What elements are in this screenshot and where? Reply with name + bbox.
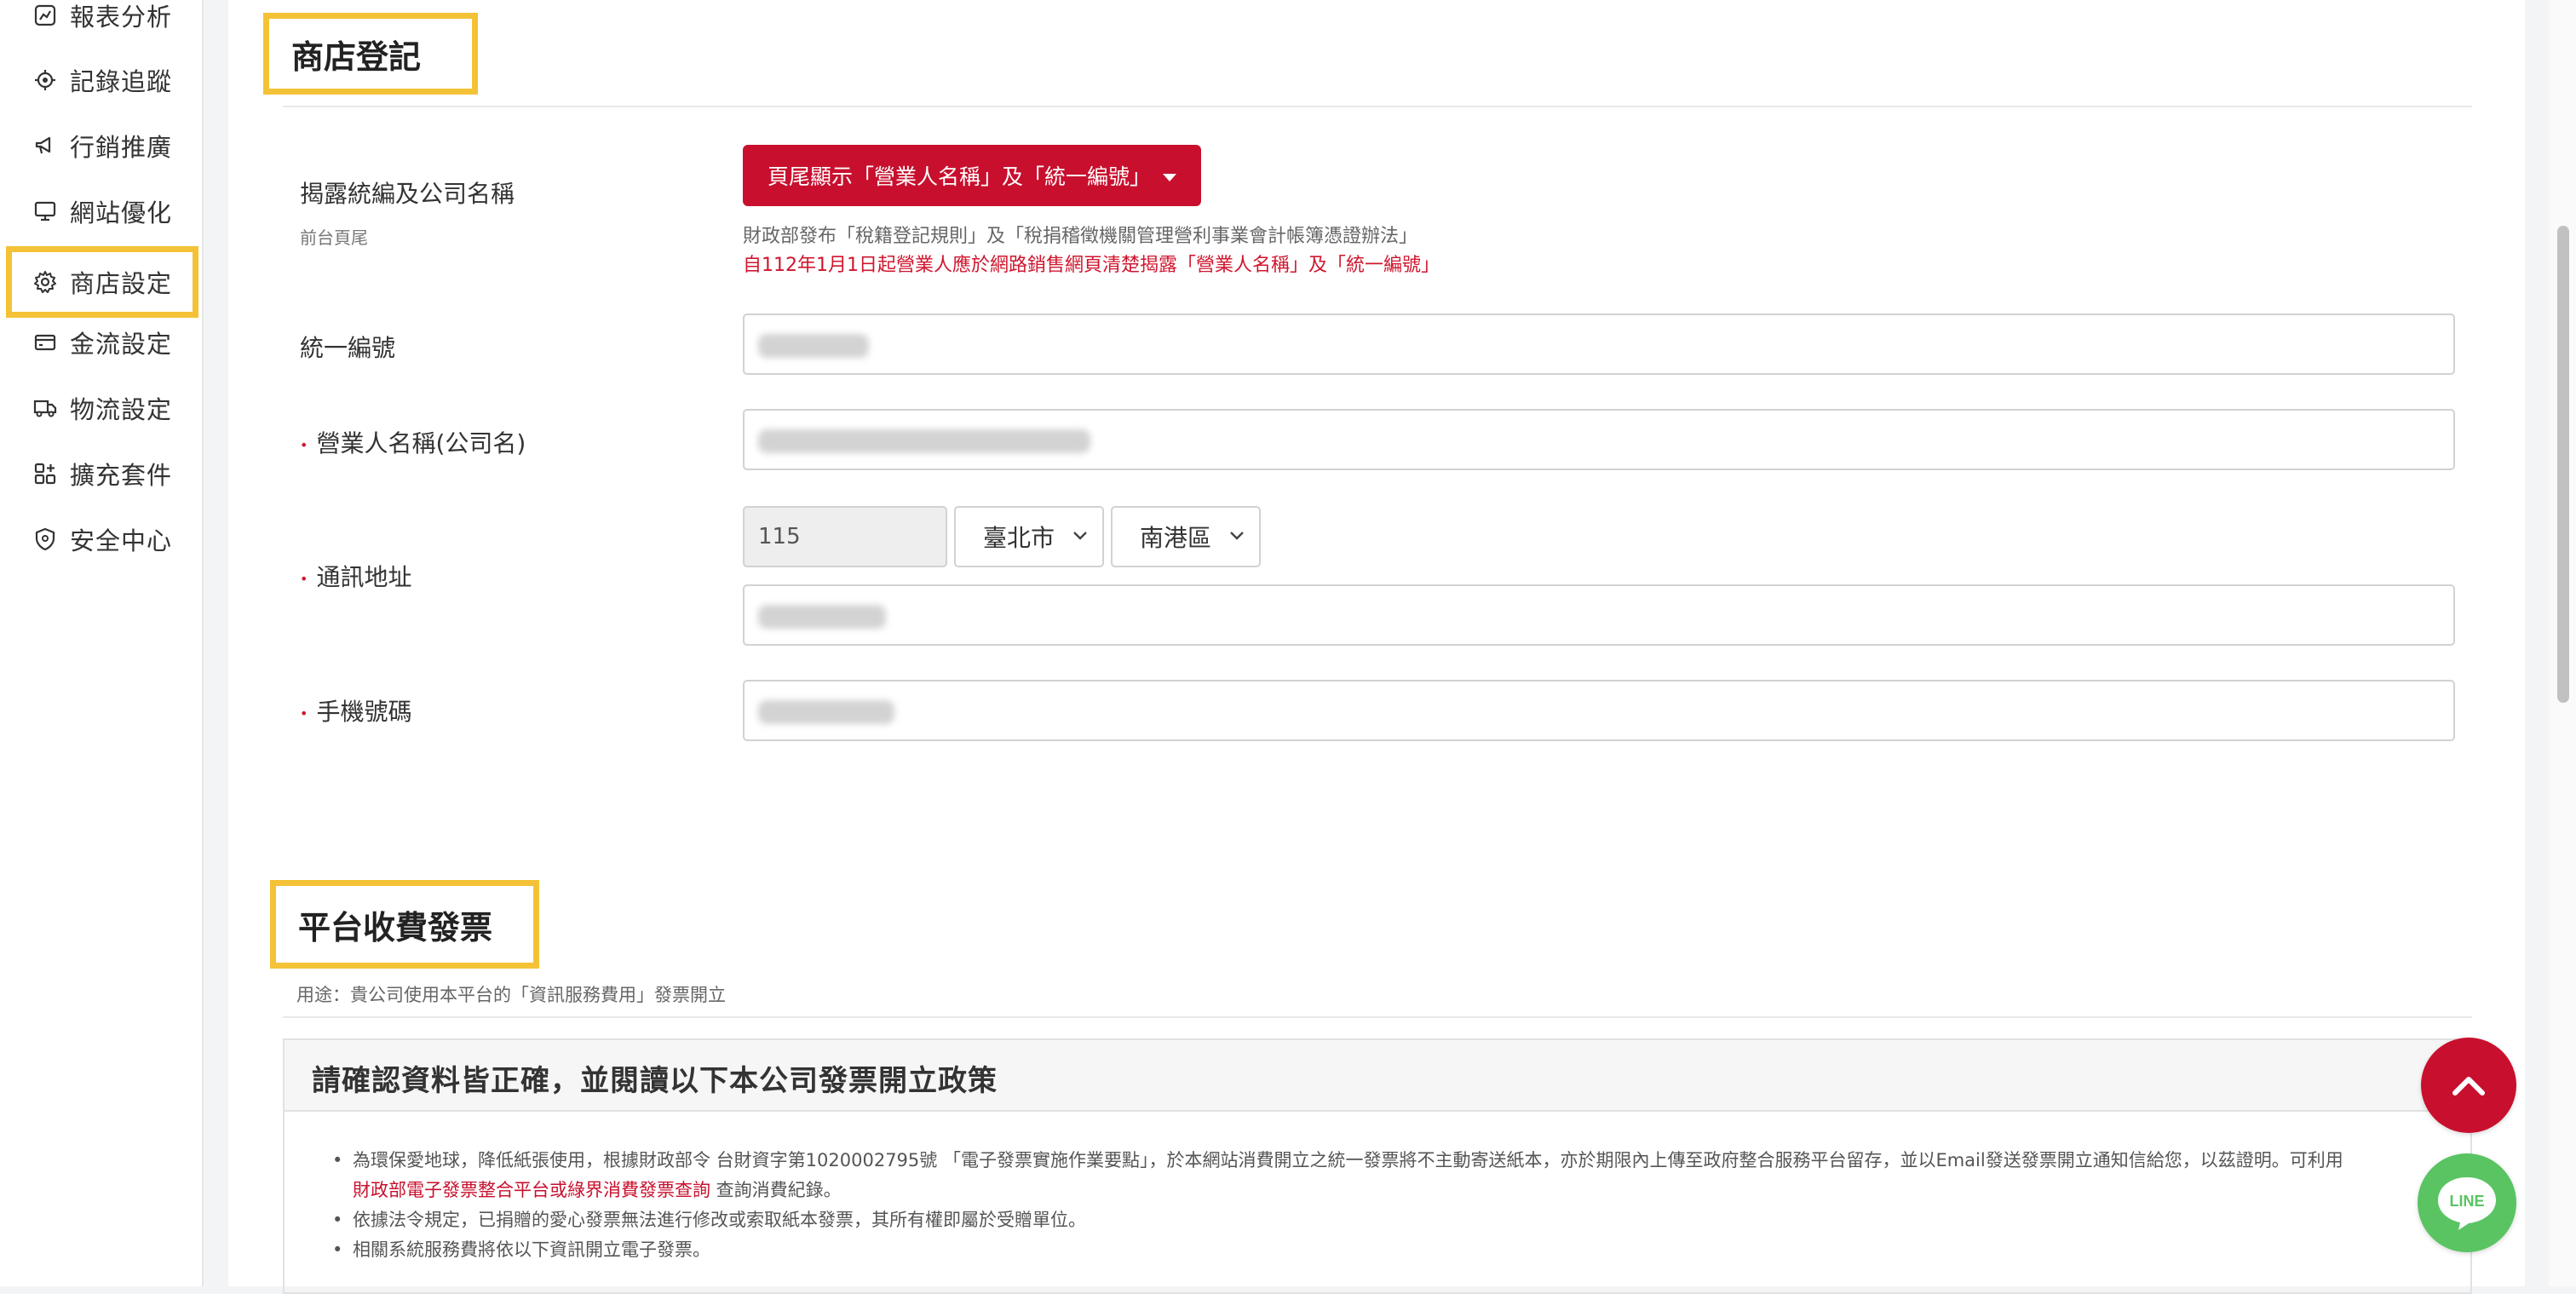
city-select-value: 臺北市: [983, 524, 1055, 552]
footer-display-dropdown[interactable]: 頁尾顯示「營業人名稱」及「統一編號」: [743, 145, 1201, 206]
chart-icon: [32, 3, 58, 28]
company-name-label: • 營業人名稱(公司名): [300, 429, 526, 457]
line-logo-text: LINE: [2449, 1193, 2484, 1210]
sidebar-item-label: 安全中心: [70, 526, 173, 555]
sidebar-item-label: 記錄追蹤: [70, 67, 173, 96]
caret-down-icon: [1163, 173, 1176, 181]
sidebar-item-payment[interactable]: 金流設定: [10, 315, 194, 370]
scrollbar-thumb[interactable]: [2557, 226, 2569, 703]
shield-icon: [32, 526, 58, 552]
redacted-value: [758, 334, 869, 358]
district-select-value: 南港區: [1140, 524, 1212, 552]
gear-icon: [32, 269, 58, 295]
policy-header: 請確認資料皆正確，並閱讀以下本公司發票開立政策: [285, 1040, 2470, 1112]
chevron-down-icon: [1230, 532, 1244, 540]
sidebar-item-label: 物流設定: [70, 395, 173, 424]
sidebar-item-reports[interactable]: 報表分析: [10, 0, 194, 43]
disclose-label: 揭露統編及公司名稱: [300, 180, 515, 208]
sidebar-item-security[interactable]: 安全中心: [10, 512, 194, 566]
chevron-up-icon: [2452, 1077, 2485, 1096]
line-chat-button[interactable]: LINE: [2418, 1153, 2516, 1252]
e-invoice-platform-link[interactable]: 財政部電子發票整合平台或綠界消費發票查詢: [353, 1180, 710, 1200]
sidebar-item-logistics[interactable]: 物流設定: [10, 381, 194, 435]
policy-title: 請確認資料皆正確，並閱讀以下本公司發票開立政策: [312, 1064, 998, 1098]
required-marker: •: [300, 436, 308, 453]
phone-input[interactable]: [743, 680, 2455, 741]
policy-item: 相關系統服務費將依以下資訊開立電子發票。: [332, 1235, 2465, 1265]
section-title-platform-invoice: 平台收費發票: [270, 880, 539, 969]
required-marker: •: [300, 570, 308, 587]
sidebar-item-label: 擴充套件: [70, 461, 173, 490]
policy-item: 依據法令規定，已捐贈的愛心發票無法進行修改或索取紙本發票，其所有權即屬於受贈單位…: [332, 1205, 2465, 1235]
megaphone-icon: [32, 133, 58, 158]
sidebar-item-seo[interactable]: 網站優化: [10, 184, 194, 239]
sidebar-item-marketing[interactable]: 行銷推廣: [10, 118, 194, 173]
divider: [283, 1016, 2472, 1018]
target-icon: [32, 67, 58, 93]
sidebar-item-label: 金流設定: [70, 330, 173, 359]
phone-label: • 手機號碼: [300, 698, 412, 726]
required-marker: •: [300, 705, 308, 722]
sidebar-item-extensions[interactable]: 擴充套件: [10, 446, 194, 501]
footer-display-dropdown-label: 頁尾顯示「營業人名稱」及「統一編號」: [767, 164, 1151, 189]
disclose-sublabel: 前台頁尾: [300, 227, 368, 248]
sidebar-item-store-settings[interactable]: 商店設定: [6, 246, 198, 318]
sidebar: 報表分析 記錄追蹤 行銷推廣 網站優化 商店設定 金流設定 物流設定 擴充套件 …: [0, 0, 204, 1286]
sidebar-item-label: 網站優化: [70, 198, 173, 227]
redacted-value: [758, 605, 886, 629]
address-input[interactable]: [743, 584, 2455, 646]
sidebar-item-label: 報表分析: [70, 3, 173, 32]
invoice-policy-box: 請確認資料皆正確，並閱讀以下本公司發票開立政策 為環保愛地球，降低紙張使用，根據…: [283, 1038, 2472, 1294]
company-name-input[interactable]: [743, 409, 2455, 470]
city-select[interactable]: 臺北市: [954, 506, 1104, 567]
tax-id-label: 統一編號: [300, 334, 396, 362]
district-select[interactable]: 南港區: [1111, 506, 1261, 567]
chevron-down-icon: [1073, 532, 1087, 540]
line-logo-icon: LINE: [2438, 1177, 2496, 1230]
invoice-description: 用途：貴公司使用本平台的「資訊服務費用」發票開立: [296, 985, 726, 1005]
policy-item: 為環保愛地球，降低紙張使用，根據財政部令 台財資字第1020002795號 「電…: [332, 1146, 2465, 1205]
divider: [283, 106, 2472, 107]
zip-code-field[interactable]: 115: [743, 506, 947, 567]
redacted-value: [758, 429, 1090, 453]
sidebar-item-label: 行銷推廣: [70, 133, 173, 162]
tax-id-input[interactable]: [743, 313, 2455, 375]
sidebar-item-label: 商店設定: [70, 269, 173, 298]
regulation-warning: 自112年1月1日起營業人應於網路銷售網頁清楚揭露「營業人名稱」及「統一編號」: [743, 255, 1440, 276]
policy-list: 為環保愛地球，降低紙張使用，根據財政部令 台財資字第1020002795號 「電…: [332, 1146, 2465, 1265]
back-to-top-button[interactable]: [2421, 1038, 2516, 1133]
section-title-store-registration: 商店登記: [263, 13, 478, 95]
grid-plus-icon: [32, 461, 58, 486]
address-label: • 通訊地址: [300, 563, 412, 591]
sidebar-item-tracking[interactable]: 記錄追蹤: [10, 53, 194, 107]
regulation-notice: 財政部發布「稅籍登記規則」及「稅捐稽徵機關管理營利事業會計帳簿憑證辦法」: [743, 226, 1418, 247]
monitor-icon: [32, 198, 58, 224]
redacted-value: [758, 700, 894, 724]
card-icon: [32, 330, 58, 355]
truck-icon: [32, 395, 58, 421]
